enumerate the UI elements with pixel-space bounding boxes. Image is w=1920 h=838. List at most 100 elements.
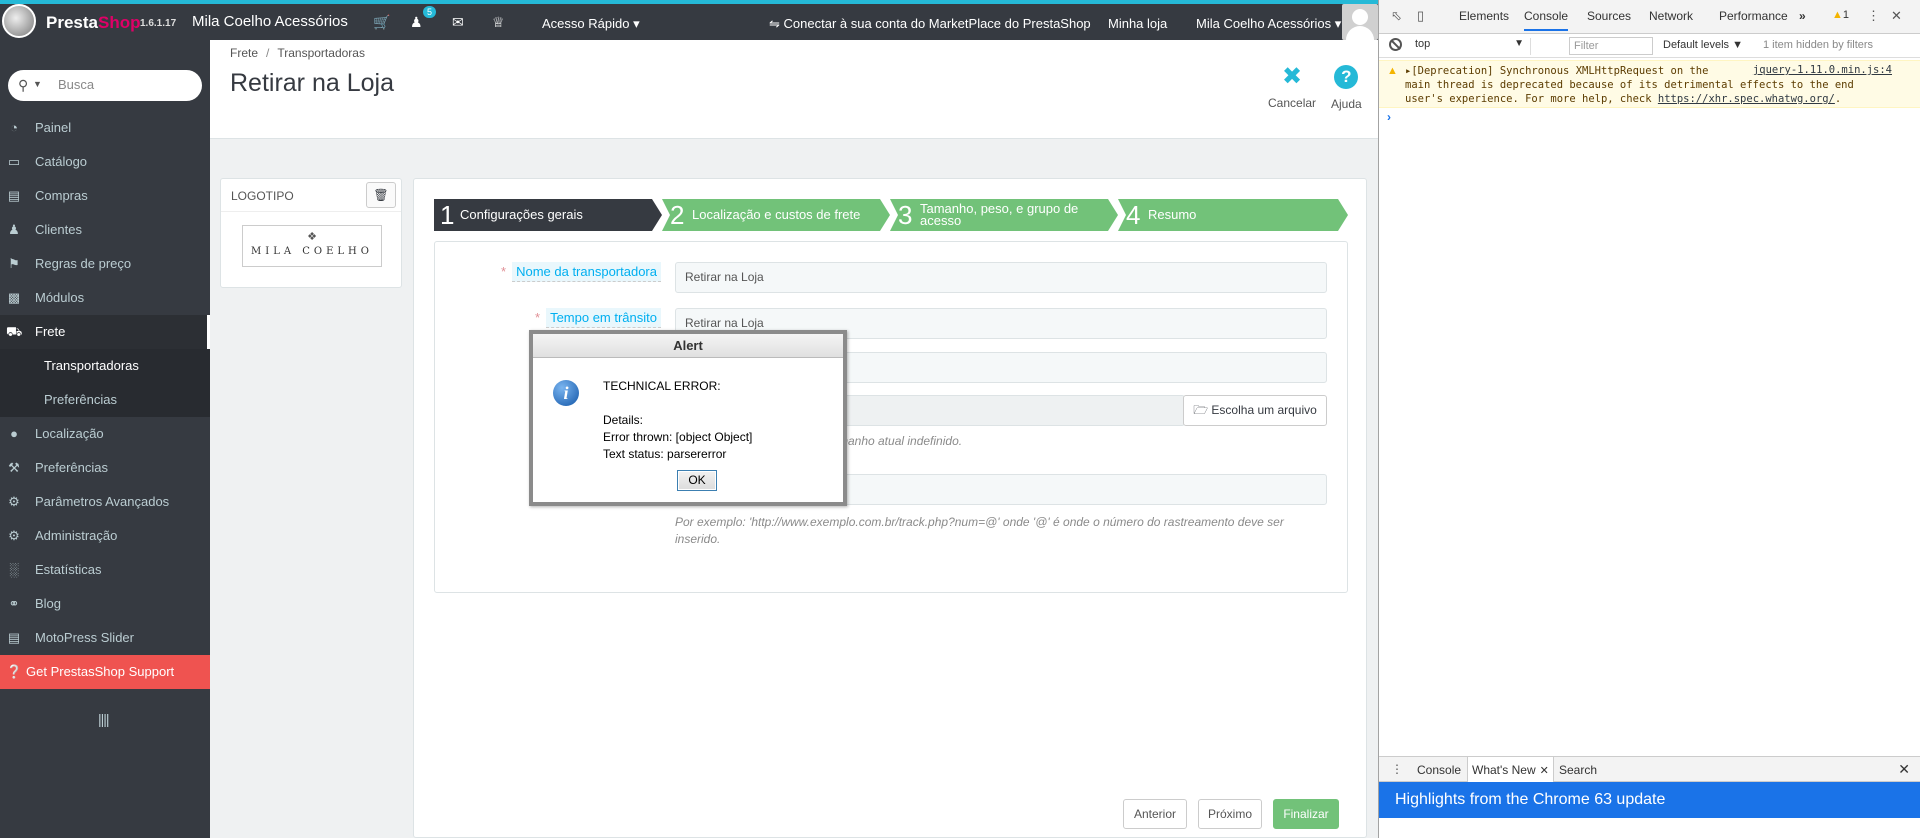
users-icon: ♟ [8, 222, 20, 237]
sidebar-item-localizacao[interactable]: ● Localização [0, 417, 210, 451]
delete-logo-button[interactable]: 🗑 [366, 182, 396, 208]
sidebar-item-estatisticas[interactable]: ░ Estatísticas [0, 553, 210, 587]
step-number: 3 [898, 200, 913, 230]
marketplace-link[interactable]: ⇋ Conectar à sua conta do MarketPlace do… [769, 16, 1091, 32]
wizard-step-3[interactable]: 3 Tamanho, peso, e grupo de acesso [890, 199, 1118, 231]
choose-file-button[interactable]: 🗁 Escolha um arquivo [1183, 395, 1327, 426]
wizard-steps: 1 Configurações gerais 2 Localização e c… [434, 199, 1348, 231]
support-link[interactable]: ❔ Get PrestasShop Support [0, 655, 210, 689]
console-warning-message: ▲ ▸[Deprecation] Synchronous XMLHttpRequ… [1379, 60, 1920, 108]
help-link[interactable]: https://xhr.spec.whatwg.org/ [1658, 93, 1835, 105]
help-button[interactable]: ? Ajuda [1331, 62, 1362, 111]
sidebar-item-administracao[interactable]: ⚙ Administração [0, 519, 210, 553]
choose-file-label: Escolha um arquivo [1211, 403, 1317, 417]
wizard-step-1[interactable]: 1 Configurações gerais [434, 199, 662, 231]
tab-console[interactable]: Console [1524, 9, 1569, 31]
sidebar-subitem-transportadoras[interactable]: Transportadoras [0, 349, 210, 383]
customize-menu-icon[interactable]: ⋮ [1867, 8, 1880, 24]
tab-elements[interactable]: Elements [1459, 9, 1509, 23]
prestashop-logo-icon[interactable] [2, 4, 36, 38]
globe-icon: ● [10, 426, 18, 441]
collapse-sidebar-icon[interactable]: |||| [98, 711, 110, 727]
sidebar-item-preferencias[interactable]: ⚒ Preferências [0, 451, 210, 485]
search-input[interactable] [58, 77, 188, 92]
hidden-items-text: 1 item hidden by filters [1763, 39, 1874, 51]
devtools-drawer-tabs: ⋮ Console What's New ✕ Search ✕ [1379, 756, 1920, 782]
quick-access-menu[interactable]: Acesso Rápido ▾ [542, 16, 640, 32]
question-circle-icon: ❔ [6, 664, 23, 679]
cancel-button[interactable]: ✖ Cancelar [1268, 62, 1316, 110]
label-text: Tempo em trânsito [546, 308, 661, 328]
wizard-step-2[interactable]: 2 Localização e custos de frete [662, 199, 890, 231]
warning-counter[interactable]: ▲1 [1832, 9, 1849, 21]
sidebar-item-frete[interactable]: ⛟ Frete [0, 315, 210, 349]
filter-input[interactable] [1569, 37, 1653, 55]
carrier-name-input[interactable]: Retirar na Loja [675, 262, 1327, 293]
cancel-label: Cancelar [1268, 96, 1317, 110]
step-label: Resumo [1148, 207, 1197, 222]
sidebar-item-catalogo[interactable]: ▭ Catálogo [0, 145, 210, 179]
close-drawer-icon[interactable]: ✕ [1898, 761, 1910, 778]
logo-panel-title: LOGOTIPO [231, 189, 294, 203]
trophy-icon[interactable]: ♕ [492, 14, 505, 31]
sidebar-item-parametros-avancados[interactable]: ⚙ Parâmetros Avançados [0, 485, 210, 519]
tab-sources[interactable]: Sources [1587, 9, 1631, 23]
breadcrumb-item[interactable]: Transportadoras [277, 46, 365, 60]
close-tab-icon[interactable]: ✕ [1540, 765, 1549, 777]
cart-icon[interactable]: 🛒 [373, 14, 390, 31]
tab-network[interactable]: Network [1649, 9, 1693, 23]
previous-button[interactable]: Anterior [1123, 799, 1187, 829]
drawer-menu-icon[interactable]: ⋮ [1391, 762, 1403, 776]
envelope-icon[interactable]: ✉ [452, 14, 464, 31]
inspect-element-icon[interactable]: ⬁ [1391, 8, 1402, 24]
alert-dialog: Alert i TECHNICAL ERROR: Details: Error … [529, 330, 847, 506]
sidebar-item-label: Estatísticas [35, 562, 102, 577]
marketplace-label: Conectar à sua conta do MarketPlace do P… [783, 16, 1091, 31]
ok-button[interactable]: OK [677, 470, 717, 491]
sidebar-item-modulos[interactable]: ▩ Módulos [0, 281, 210, 315]
finish-button[interactable]: Finalizar [1273, 799, 1339, 829]
cog-icon: ⚙ [8, 528, 20, 543]
sidebar-item-clientes[interactable]: ♟ Clientes [0, 213, 210, 247]
sidebar-item-regras-de-preco[interactable]: ⚑ Regras de preço [0, 247, 210, 281]
sidebar-item-label: Clientes [35, 222, 82, 237]
caret-down-icon[interactable]: ▼ [33, 79, 42, 89]
shop-name[interactable]: Mila Coelho Acessórios [192, 13, 348, 30]
sidebar-item-label: Administração [35, 528, 118, 543]
close-devtools-icon[interactable]: ✕ [1891, 8, 1902, 24]
sidebar-item-blog[interactable]: ⚭ Blog [0, 587, 210, 621]
sidebar-subitem-preferencias[interactable]: Preferências [0, 383, 210, 417]
step-number: 1 [440, 200, 455, 230]
console-prompt-icon[interactable]: › [1387, 110, 1391, 124]
sidebar-item-motopress-slider[interactable]: ▤ MotoPress Slider [0, 621, 210, 655]
folder-open-icon: 🗁 [1193, 403, 1209, 417]
clear-console-icon[interactable] [1389, 38, 1402, 51]
dashboard-icon: ◔ [10, 120, 18, 135]
log-levels-dropdown[interactable]: Default levels ▼ [1663, 39, 1743, 51]
tab-performance[interactable]: Performance [1719, 9, 1788, 23]
source-link[interactable]: jquery-1.11.0.min.js:4 [1753, 64, 1892, 76]
next-button[interactable]: Próximo [1198, 799, 1262, 829]
sidebar-item-label: MotoPress Slider [35, 630, 134, 645]
logo-text: MILA COELHO [251, 246, 373, 257]
sidebar-item-compras[interactable]: ▤ Compras [0, 179, 210, 213]
device-toolbar-icon[interactable]: ▯ [1417, 8, 1424, 24]
user-icon[interactable]: ♟ [410, 14, 423, 31]
employee-menu[interactable]: Mila Coelho Acessórios ▾ [1196, 16, 1341, 32]
wizard-step-4[interactable]: 4 Resumo [1118, 199, 1348, 231]
avatar[interactable] [1342, 4, 1378, 40]
search-icon[interactable]: ⚲ [18, 77, 28, 94]
more-tabs-icon[interactable]: » [1799, 9, 1806, 23]
alert-message-line: Text status: parsererror [603, 447, 727, 461]
trash-icon: 🗑 [373, 188, 389, 202]
my-shop-link[interactable]: Minha loja [1108, 16, 1167, 31]
step-label: Localização e custos de frete [692, 207, 861, 222]
drawer-tab-whats-new[interactable]: What's New ✕ [1467, 757, 1554, 782]
context-selector[interactable]: top ▼ [1415, 38, 1531, 55]
drawer-tab-console[interactable]: Console [1417, 763, 1461, 777]
sidebar-item-painel[interactable]: ◔ Painel [0, 111, 210, 145]
brand-name[interactable]: PrestaShop [46, 13, 140, 33]
drawer-tab-search[interactable]: Search [1559, 763, 1597, 777]
warning-icon: ▲ [1832, 9, 1843, 21]
breadcrumb-item[interactable]: Frete [230, 46, 258, 60]
